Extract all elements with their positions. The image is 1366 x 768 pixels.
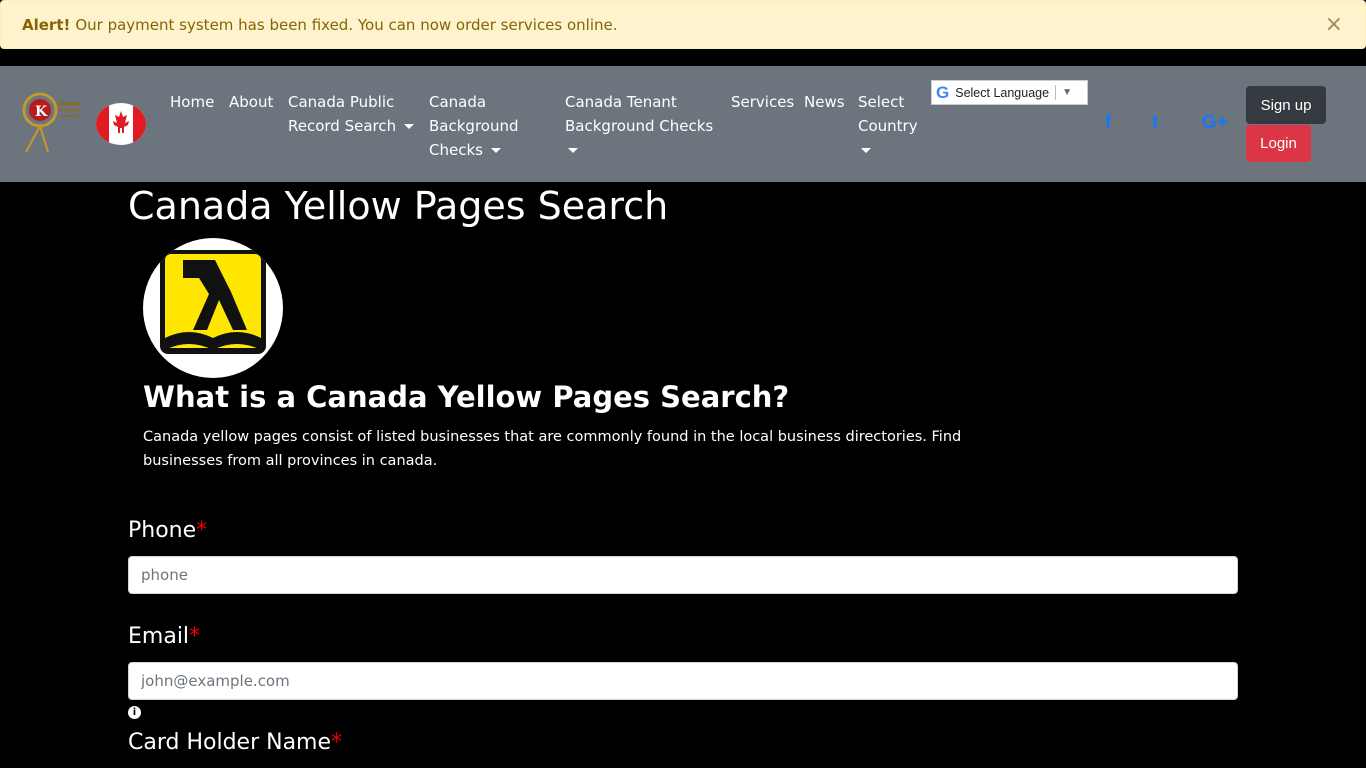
nav-select-country[interactable]: Select Country bbox=[858, 90, 918, 162]
divider bbox=[1055, 85, 1057, 100]
nav-public-record-search[interactable]: Canada Public Record Search bbox=[288, 90, 415, 138]
signup-button[interactable]: Sign up bbox=[1246, 86, 1326, 124]
card-holder-label: Card Holder Name* bbox=[128, 730, 342, 755]
nav-about[interactable]: About bbox=[229, 90, 273, 114]
chevron-down-icon bbox=[861, 148, 871, 153]
nav-label-line: Country bbox=[858, 117, 918, 135]
language-select-label: Select Language bbox=[955, 85, 1050, 100]
nav-background-checks[interactable]: Canada Background Checks bbox=[429, 90, 519, 162]
email-label: Email* bbox=[128, 624, 200, 649]
page-title: Canada Yellow Pages Search bbox=[128, 184, 669, 228]
nav-label-line: Record Search bbox=[288, 117, 397, 135]
phone-input[interactable] bbox=[128, 556, 1238, 594]
section-description: Canada yellow pages consist of listed bu… bbox=[143, 429, 962, 469]
kleinman-logo-icon[interactable]: K bbox=[18, 82, 82, 160]
facebook-icon[interactable]: f bbox=[1105, 112, 1111, 134]
info-icon[interactable]: i bbox=[128, 706, 141, 719]
card-holder-label-text: Card Holder Name bbox=[128, 730, 332, 755]
nav-label-line: Canada bbox=[429, 93, 487, 111]
email-label-text: Email bbox=[128, 624, 190, 649]
chevron-down-icon bbox=[568, 148, 578, 153]
required-mark: * bbox=[331, 730, 343, 755]
language-select[interactable]: G Select Language ▼ bbox=[931, 80, 1088, 105]
svg-text:K: K bbox=[35, 104, 48, 120]
nav-services[interactable]: Services bbox=[731, 90, 794, 114]
phone-label-text: Phone bbox=[128, 518, 197, 543]
required-mark: * bbox=[189, 624, 201, 649]
twitter-icon[interactable]: t bbox=[1152, 112, 1158, 134]
dropdown-arrow-icon: ▼ bbox=[1062, 87, 1072, 98]
login-button[interactable]: Login bbox=[1246, 125, 1311, 162]
nav-label-line: Background bbox=[429, 117, 519, 135]
google-plus-icon[interactable]: G+ bbox=[1202, 112, 1228, 134]
alert-message: Our payment system has been fixed. You c… bbox=[75, 15, 618, 34]
alert-strong: Alert! bbox=[22, 15, 71, 34]
nav-news[interactable]: News bbox=[804, 90, 845, 114]
phone-label: Phone* bbox=[128, 518, 207, 543]
alert-banner: Alert! Our payment system has been fixed… bbox=[0, 0, 1366, 49]
nav-label-line: Canada Tenant bbox=[565, 93, 677, 111]
close-icon[interactable]: × bbox=[1325, 14, 1343, 36]
nav-label-line: Select bbox=[858, 93, 905, 111]
nav-about-label: About bbox=[229, 93, 274, 111]
nav-news-label: News bbox=[804, 93, 845, 111]
nav-home[interactable]: Home bbox=[170, 90, 214, 114]
nav-label-line: Background Checks bbox=[565, 117, 714, 135]
google-g-icon: G bbox=[936, 82, 950, 102]
nav-label-line: Checks bbox=[429, 141, 483, 159]
yellow-pages-logo-icon bbox=[143, 238, 283, 378]
chevron-down-icon bbox=[404, 124, 415, 129]
nav-services-label: Services bbox=[731, 93, 795, 111]
required-mark: * bbox=[196, 518, 208, 543]
canada-flag-icon[interactable] bbox=[96, 103, 146, 145]
email-input[interactable] bbox=[128, 662, 1238, 700]
nav-home-label: Home bbox=[170, 93, 215, 111]
section-title: What is a Canada Yellow Pages Search? bbox=[143, 380, 790, 414]
chevron-down-icon bbox=[490, 148, 501, 153]
nav-label-line: Canada Public bbox=[288, 93, 395, 111]
nav-tenant-background-checks[interactable]: Canada Tenant Background Checks bbox=[565, 90, 713, 162]
